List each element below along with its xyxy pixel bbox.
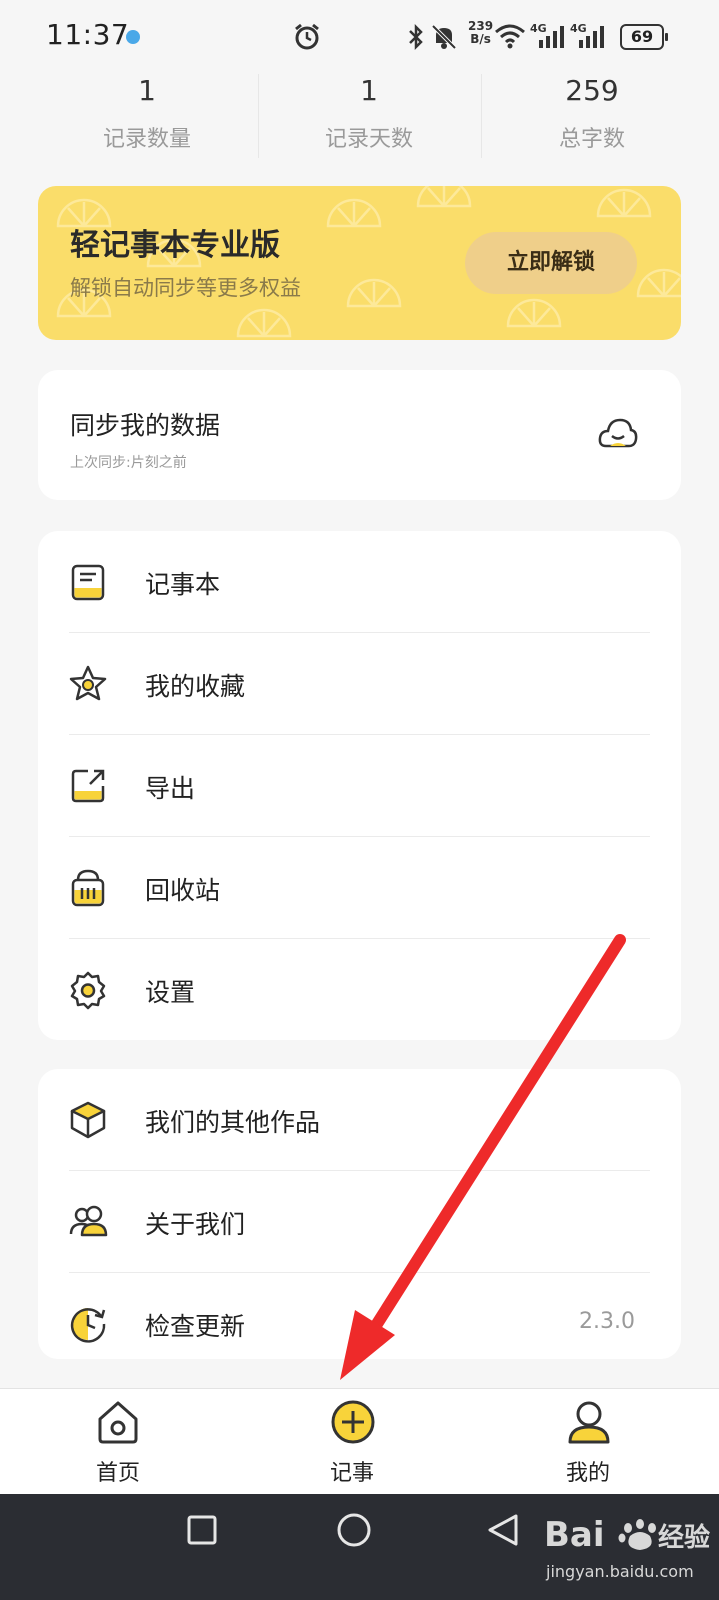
add-circle-icon — [331, 1400, 375, 1444]
home-icon — [98, 1401, 138, 1444]
nav-profile[interactable]: 我的 — [518, 1389, 658, 1494]
baidu-watermark-logo: Bai 经验 — [544, 1515, 710, 1555]
menu-label: 检查更新 — [145, 1312, 246, 1341]
nav-label: 首页 — [95, 1461, 140, 1486]
menu-label: 设置 — [145, 978, 196, 1007]
stat-label: 总字数 — [558, 127, 625, 152]
stat-record-days: 1 记录天数 — [258, 70, 480, 160]
svg-text:Bai: Bai — [544, 1515, 605, 1555]
stat-value: 1 — [360, 74, 378, 107]
menu-item-recycle-bin[interactable]: 回收站 — [38, 837, 681, 939]
pro-banner[interactable]: 轻记事本专业版 解锁自动同步等更多权益 立即解锁 — [38, 186, 681, 340]
menu-item-favorites[interactable]: 我的收藏 — [38, 633, 681, 735]
alarm-icon — [295, 23, 319, 50]
pro-subtitle: 解锁自动同步等更多权益 — [70, 276, 301, 300]
stat-value: 1 — [138, 74, 156, 107]
nav-label: 我的 — [565, 1461, 610, 1486]
menu-item-other-works[interactable]: 我们的其他作品 — [38, 1069, 681, 1171]
cloud-icon[interactable] — [598, 416, 638, 450]
menu-item-notebook[interactable]: 记事本 — [38, 531, 681, 633]
stat-label: 记录数量 — [102, 127, 191, 152]
wifi-icon — [495, 24, 525, 49]
status-bar: 11:37 239 B/s 4G 4G 69 — [0, 0, 719, 76]
mute-bell-icon — [431, 24, 457, 50]
app-version: 2.3.0 — [579, 1309, 635, 1334]
menu-item-export[interactable]: 导出 — [38, 735, 681, 837]
main-menu-card: 记事本 我的收藏 导出 回收站 设置 — [38, 531, 681, 1040]
menu-item-check-update[interactable]: 检查更新 2.3.0 — [38, 1273, 681, 1375]
menu-label: 回收站 — [145, 876, 221, 905]
network-speed: 239 B/s — [468, 19, 494, 46]
sync-last-time: 上次同步:片刻之前 — [70, 455, 187, 471]
nav-label: 记事 — [329, 1461, 374, 1486]
export-icon — [71, 769, 105, 803]
home-circle-icon[interactable] — [336, 1512, 372, 1548]
notebook-icon — [71, 564, 105, 601]
location-icon — [126, 30, 140, 44]
nav-add-note[interactable]: 记事 — [282, 1389, 422, 1494]
status-time: 11:37 — [46, 18, 130, 51]
back-triangle-icon[interactable] — [486, 1512, 520, 1548]
menu-label: 我的收藏 — [145, 672, 246, 701]
menu-label: 记事本 — [145, 570, 221, 599]
menu-item-settings[interactable]: 设置 — [38, 939, 681, 1041]
cube-icon — [70, 1101, 106, 1139]
menu-label: 导出 — [145, 774, 196, 803]
menu-item-about-us[interactable]: 关于我们 — [38, 1171, 681, 1273]
users-icon — [69, 1205, 108, 1237]
profile-icon — [568, 1401, 610, 1444]
menu-label: 我们的其他作品 — [145, 1108, 321, 1137]
bottom-nav: 首页 记事 我的 — [0, 1388, 719, 1494]
recent-apps-icon[interactable] — [186, 1514, 218, 1546]
stat-word-count: 259 总字数 — [481, 70, 703, 160]
other-menu-card: 我们的其他作品 关于我们 检查更新 2.3.0 — [38, 1069, 681, 1359]
signal-icon — [579, 26, 604, 48]
unlock-button[interactable]: 立即解锁 — [465, 232, 637, 294]
signal-icon — [539, 26, 564, 48]
favorite-star-icon — [69, 665, 107, 701]
stats-summary: 1 记录数量 1 记录天数 259 总字数 — [36, 70, 719, 160]
update-clock-icon — [70, 1308, 106, 1343]
trash-icon — [71, 869, 105, 907]
watermark-url: jingyan.baidu.com — [546, 1562, 694, 1581]
stat-label: 记录天数 — [324, 127, 413, 152]
sync-data-card[interactable]: 同步我的数据 上次同步:片刻之前 — [38, 370, 681, 500]
nav-home[interactable]: 首页 — [48, 1389, 188, 1494]
sync-title: 同步我的数据 — [70, 411, 221, 440]
svg-text:经验: 经验 — [658, 1522, 710, 1553]
pro-title: 轻记事本专业版 — [70, 228, 280, 263]
bluetooth-icon — [409, 23, 423, 51]
battery-indicator: 69 — [620, 24, 668, 50]
menu-label: 关于我们 — [145, 1210, 246, 1239]
gear-icon — [70, 971, 106, 1010]
stat-value: 259 — [565, 74, 619, 107]
stat-record-count: 1 记录数量 — [36, 70, 258, 160]
